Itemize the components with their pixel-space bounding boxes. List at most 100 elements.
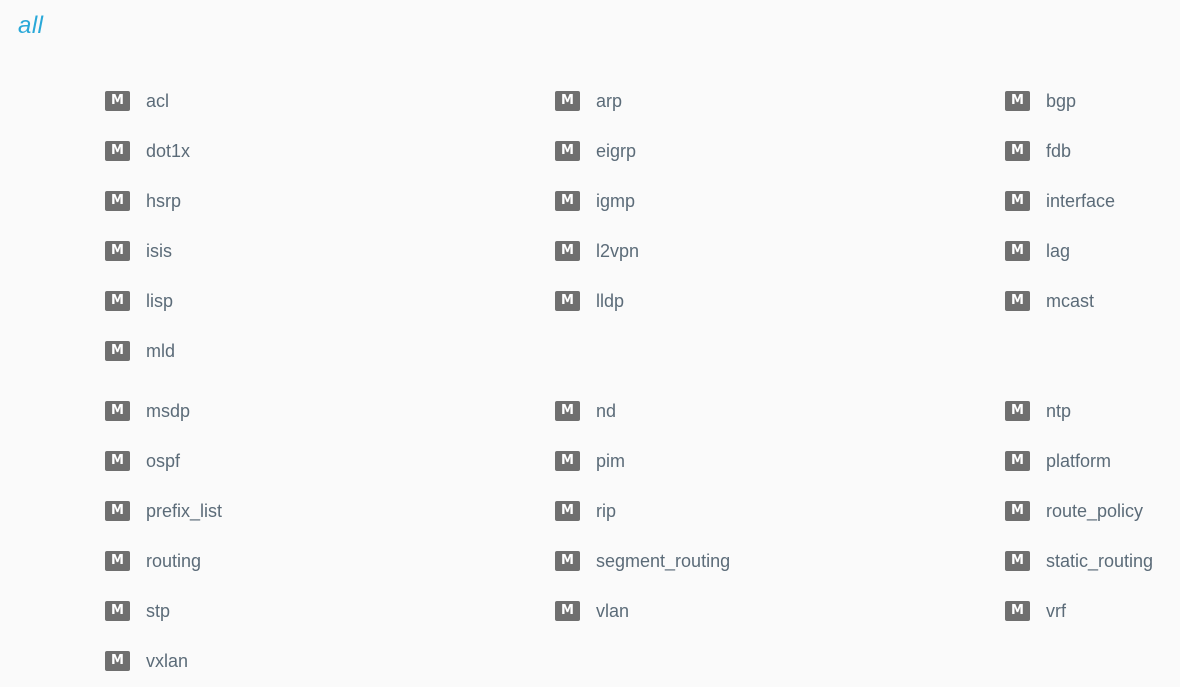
- module-icon: M: [555, 401, 580, 421]
- module-label[interactable]: static_routing: [1046, 551, 1153, 572]
- module-label[interactable]: vlan: [596, 601, 629, 622]
- module-label[interactable]: lag: [1046, 241, 1070, 262]
- module-row: Mrouting Msegment_routing Mstatic_routing: [105, 545, 1180, 595]
- module-label[interactable]: acl: [146, 91, 169, 112]
- module-label[interactable]: vrf: [1046, 601, 1066, 622]
- module-row: Mlisp Mlldp Mmcast: [105, 285, 1180, 335]
- module-row: Mdot1x Meigrp Mfdb: [105, 135, 1180, 185]
- module-link-isis[interactable]: Misis: [105, 235, 172, 267]
- module-label[interactable]: eigrp: [596, 141, 636, 162]
- module-row: Mstp Mvlan Mvrf: [105, 595, 1180, 645]
- module-link-pim[interactable]: Mpim: [555, 445, 625, 477]
- module-label[interactable]: interface: [1046, 191, 1115, 212]
- module-icon: M: [1005, 601, 1030, 621]
- module-label[interactable]: arp: [596, 91, 622, 112]
- module-label[interactable]: dot1x: [146, 141, 190, 162]
- module-link-lag[interactable]: Mlag: [1005, 235, 1070, 267]
- module-link-bgp[interactable]: Mbgp: [1005, 85, 1076, 117]
- module-label[interactable]: l2vpn: [596, 241, 639, 262]
- module-label[interactable]: stp: [146, 601, 170, 622]
- module-link-ntp[interactable]: Mntp: [1005, 395, 1071, 427]
- module-link-vlan[interactable]: Mvlan: [555, 595, 629, 627]
- module-icon: M: [105, 341, 130, 361]
- module-icon: M: [1005, 551, 1030, 571]
- module-label[interactable]: route_policy: [1046, 501, 1143, 522]
- module-label[interactable]: fdb: [1046, 141, 1071, 162]
- module-link-acl[interactable]: Macl: [105, 85, 169, 117]
- module-icon: M: [1005, 501, 1030, 521]
- module-icon: M: [555, 601, 580, 621]
- module-link-stp[interactable]: Mstp: [105, 595, 170, 627]
- module-label[interactable]: vxlan: [146, 651, 188, 672]
- module-icon: M: [1005, 291, 1030, 311]
- module-link-vxlan[interactable]: Mvxlan: [105, 645, 188, 677]
- module-link-fdb[interactable]: Mfdb: [1005, 135, 1071, 167]
- module-row: Macl Marp Mbgp: [105, 85, 1180, 135]
- module-label[interactable]: lldp: [596, 291, 624, 312]
- module-link-routing[interactable]: Mrouting: [105, 545, 201, 577]
- module-icon: M: [105, 401, 130, 421]
- module-icon: M: [1005, 401, 1030, 421]
- module-icon: M: [105, 651, 130, 671]
- module-icon: M: [1005, 241, 1030, 261]
- module-link-route-policy[interactable]: Mroute_policy: [1005, 495, 1143, 527]
- module-label[interactable]: igmp: [596, 191, 635, 212]
- module-link-lldp[interactable]: Mlldp: [555, 285, 624, 317]
- module-link-msdp[interactable]: Mmsdp: [105, 395, 190, 427]
- module-icon: M: [105, 91, 130, 111]
- module-label[interactable]: hsrp: [146, 191, 181, 212]
- module-link-l2vpn[interactable]: Ml2vpn: [555, 235, 639, 267]
- module-icon: M: [555, 191, 580, 211]
- module-icon: M: [555, 501, 580, 521]
- module-row: Mhsrp Migmp Minterface: [105, 185, 1180, 235]
- module-link-igmp[interactable]: Migmp: [555, 185, 635, 217]
- module-link-static-routing[interactable]: Mstatic_routing: [1005, 545, 1153, 577]
- module-link-segment-routing[interactable]: Msegment_routing: [555, 545, 730, 577]
- module-label[interactable]: isis: [146, 241, 172, 262]
- module-link-ospf[interactable]: Mospf: [105, 445, 180, 477]
- module-link-interface[interactable]: Minterface: [1005, 185, 1115, 217]
- module-label[interactable]: segment_routing: [596, 551, 730, 572]
- module-icon: M: [555, 291, 580, 311]
- module-label[interactable]: ntp: [1046, 401, 1071, 422]
- module-link-vrf[interactable]: Mvrf: [1005, 595, 1066, 627]
- module-icon: M: [105, 141, 130, 161]
- module-label[interactable]: lisp: [146, 291, 173, 312]
- module-label[interactable]: routing: [146, 551, 201, 572]
- module-link-prefix-list[interactable]: Mprefix_list: [105, 495, 222, 527]
- module-link-rip[interactable]: Mrip: [555, 495, 616, 527]
- module-icon: M: [1005, 451, 1030, 471]
- module-icon: M: [105, 601, 130, 621]
- module-label[interactable]: mld: [146, 341, 175, 362]
- module-icon: M: [555, 141, 580, 161]
- page-title: all: [18, 12, 44, 39]
- module-label[interactable]: bgp: [1046, 91, 1076, 112]
- module-link-mld[interactable]: Mmld: [105, 335, 175, 367]
- module-index-page: all Macl Marp Mbgp Mdot1x Meigrp Mfdb Mhsrp Mig…: [0, 0, 1180, 687]
- module-link-nd[interactable]: Mnd: [555, 395, 616, 427]
- module-link-dot1x[interactable]: Mdot1x: [105, 135, 190, 167]
- module-icon: M: [105, 551, 130, 571]
- module-icon: M: [105, 451, 130, 471]
- module-link-hsrp[interactable]: Mhsrp: [105, 185, 181, 217]
- module-link-eigrp[interactable]: Meigrp: [555, 135, 636, 167]
- module-label[interactable]: pim: [596, 451, 625, 472]
- module-icon: M: [105, 191, 130, 211]
- module-label[interactable]: platform: [1046, 451, 1111, 472]
- module-link-platform[interactable]: Mplatform: [1005, 445, 1111, 477]
- module-label[interactable]: mcast: [1046, 291, 1094, 312]
- module-icon: M: [555, 451, 580, 471]
- module-label[interactable]: nd: [596, 401, 616, 422]
- module-label[interactable]: ospf: [146, 451, 180, 472]
- module-grid: Macl Marp Mbgp Mdot1x Meigrp Mfdb Mhsrp Migmp Mi…: [105, 85, 1180, 687]
- module-icon: M: [555, 241, 580, 261]
- module-label[interactable]: msdp: [146, 401, 190, 422]
- module-label[interactable]: rip: [596, 501, 616, 522]
- module-link-lisp[interactable]: Mlisp: [105, 285, 173, 317]
- module-link-mcast[interactable]: Mmcast: [1005, 285, 1094, 317]
- module-icon: M: [555, 91, 580, 111]
- module-label[interactable]: prefix_list: [146, 501, 222, 522]
- module-link-arp[interactable]: Marp: [555, 85, 622, 117]
- module-row: Mospf Mpim Mplatform: [105, 445, 1180, 495]
- module-row: Mmsdp Mnd Mntp: [105, 395, 1180, 445]
